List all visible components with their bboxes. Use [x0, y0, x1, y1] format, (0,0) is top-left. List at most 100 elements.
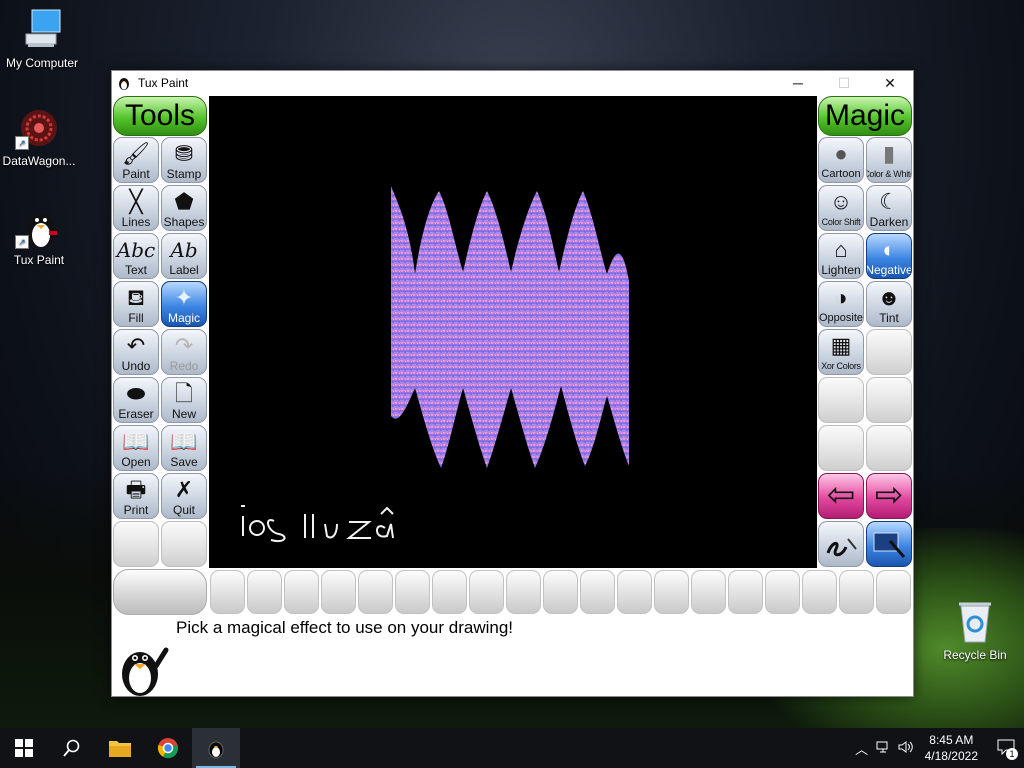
- network-icon[interactable]: [873, 740, 895, 757]
- magic-darken[interactable]: ☾ Darken: [866, 185, 912, 231]
- tool-label: Label: [169, 263, 199, 277]
- fullscreen-wand-icon: [873, 532, 906, 558]
- color-swatch[interactable]: [765, 570, 800, 614]
- magic-label: Cartoon: [821, 168, 861, 180]
- start-button[interactable]: [0, 728, 48, 768]
- color-swatch[interactable]: [469, 570, 504, 614]
- tool-quit[interactable]: ✗ Quit: [161, 473, 207, 519]
- tool-magic[interactable]: ✦ Magic: [161, 281, 207, 327]
- notification-icon[interactable]: 1: [988, 739, 1024, 760]
- open-book-icon: 📖: [122, 429, 150, 454]
- desktop-icon-my-computer[interactable]: My Computer: [0, 8, 84, 70]
- search-button[interactable]: [48, 728, 96, 768]
- magic-next-page-button[interactable]: ⇨: [866, 473, 912, 519]
- color-swatch[interactable]: [506, 570, 541, 614]
- tool-paint[interactable]: 🖌 Paint: [113, 137, 159, 183]
- taskbar-tux-paint[interactable]: [192, 728, 240, 768]
- printer-icon: 🖶: [125, 477, 147, 502]
- color-swatch[interactable]: [617, 570, 652, 614]
- color-swatch[interactable]: [654, 570, 689, 614]
- magic-mode-fullscreen-button[interactable]: [866, 521, 912, 567]
- tool-slot-empty: [113, 521, 159, 567]
- system-tray: ︿ 8:45 AM 4/18/2022 1: [851, 728, 1024, 768]
- chevron-up-icon[interactable]: ︿: [851, 739, 873, 758]
- tool-open[interactable]: 📖 Open: [113, 425, 159, 471]
- color-swatch[interactable]: [247, 570, 282, 614]
- taskbar: ︿ 8:45 AM 4/18/2022 1: [0, 728, 1024, 768]
- tools-grid: 🖌 Paint ⛃ Stamp ╳ Lines ⬟ Shapes Abc Text Ab L…: [112, 136, 208, 568]
- color-swatch[interactable]: [691, 570, 726, 614]
- darken-moon-icon: ☾: [879, 189, 899, 214]
- color-swatch[interactable]: [395, 570, 430, 614]
- tux-paint-window: Tux Paint ─ ☐ ✕ Tools 🖌 Paint ⛃ Stamp ╳ Lin…: [111, 70, 914, 697]
- magic-mode-paint-button[interactable]: [818, 521, 864, 567]
- magic-opposite[interactable]: ◑ Opposite: [818, 281, 864, 327]
- cartoon-icon: ●: [834, 141, 848, 166]
- recycle-bin-icon: [951, 600, 999, 644]
- magic-prev-page-button[interactable]: ⇦: [818, 473, 864, 519]
- magic-color-and-white[interactable]: ▮ Color & White: [866, 137, 912, 183]
- tool-label: Magic: [167, 311, 200, 325]
- desktop-icon-datawagon[interactable]: ↗ DataWagon...: [0, 106, 81, 168]
- paint-bucket-icon: ⛾: [127, 285, 145, 310]
- tool-label: Open: [121, 455, 151, 469]
- color-swatch[interactable]: [358, 570, 393, 614]
- xor-checker-icon: ▦: [830, 333, 852, 358]
- taskbar-file-explorer[interactable]: [96, 728, 144, 768]
- tool-stamp[interactable]: ⛃ Stamp: [161, 137, 207, 183]
- clock[interactable]: 8:45 AM 4/18/2022: [925, 732, 978, 764]
- tool-save[interactable]: 📖 Save: [161, 425, 207, 471]
- drawing-canvas[interactable]: [209, 96, 817, 568]
- color-swatch[interactable]: [321, 570, 356, 614]
- color-swatch[interactable]: [210, 570, 245, 614]
- magic-xor-colors[interactable]: ▦ Xor Colors: [818, 329, 864, 375]
- color-swatch[interactable]: [432, 570, 467, 614]
- quit-x-icon: ✗: [174, 477, 194, 502]
- minimize-button[interactable]: ─: [775, 71, 821, 95]
- arrow-left-icon: ⇦: [826, 476, 856, 514]
- color-swatch[interactable]: [543, 570, 578, 614]
- computer-icon: [18, 8, 66, 52]
- tool-fill[interactable]: ⛾ Fill: [113, 281, 159, 327]
- tux-mascot-icon: [122, 647, 169, 696]
- color-swatch[interactable]: [284, 570, 319, 614]
- tool-lines[interactable]: ╳ Lines: [113, 185, 159, 231]
- message-area: Pick a magical effect to use on your dra…: [112, 616, 913, 696]
- desktop-icon-label: My Computer: [5, 56, 79, 70]
- volume-icon[interactable]: [895, 740, 917, 757]
- tool-label: Lines: [121, 215, 151, 229]
- tool-new[interactable]: 🗋 New: [161, 377, 207, 423]
- magic-cartoon[interactable]: ● Cartoon: [818, 137, 864, 183]
- color-swatch[interactable]: [876, 570, 911, 614]
- magic-label: Negative: [866, 263, 912, 277]
- tool-undo[interactable]: ↶ Undo: [113, 329, 159, 375]
- desktop-icon-label: Tux Paint: [13, 253, 65, 267]
- close-button[interactable]: ✕: [867, 71, 913, 95]
- tool-slot-empty: [161, 521, 207, 567]
- color-swatch[interactable]: [802, 570, 837, 614]
- tool-label[interactable]: Ab Label: [161, 233, 207, 279]
- color-swatch[interactable]: [728, 570, 763, 614]
- magic-tint[interactable]: ☻ Tint: [866, 281, 912, 327]
- tool-print[interactable]: 🖶 Print: [113, 473, 159, 519]
- color-swatch[interactable]: [580, 570, 615, 614]
- tool-shapes[interactable]: ⬟ Shapes: [161, 185, 207, 231]
- tool-eraser[interactable]: ⬬ Eraser: [113, 377, 159, 423]
- window-title: Tux Paint: [138, 76, 189, 90]
- tool-label: Quit: [172, 503, 195, 517]
- title-bar[interactable]: Tux Paint ─ ☐ ✕: [112, 71, 913, 95]
- tool-text[interactable]: Abc Text: [113, 233, 159, 279]
- taskbar-chrome[interactable]: [144, 728, 192, 768]
- magic-color-shift[interactable]: ☺ Color Shift: [818, 185, 864, 231]
- desktop-icon-recycle-bin[interactable]: Recycle Bin: [940, 600, 1010, 662]
- tool-label: Text: [124, 263, 147, 277]
- eraser-icon: ⬬: [126, 381, 146, 406]
- shortcut-arrow-icon: ↗: [15, 136, 29, 150]
- save-book-icon: 📖: [170, 429, 198, 454]
- wave-effect-shape: [391, 186, 629, 468]
- magic-lighten[interactable]: ⌂ Lighten: [818, 233, 864, 279]
- desktop-icon-tux-paint[interactable]: ↗ Tux Paint: [0, 205, 81, 267]
- magic-panel: Magic ● Cartoon ▮ Color & White ☺ Color Shi…: [817, 95, 913, 568]
- color-swatch[interactable]: [839, 570, 874, 614]
- magic-negative[interactable]: ◐ Negative: [866, 233, 912, 279]
